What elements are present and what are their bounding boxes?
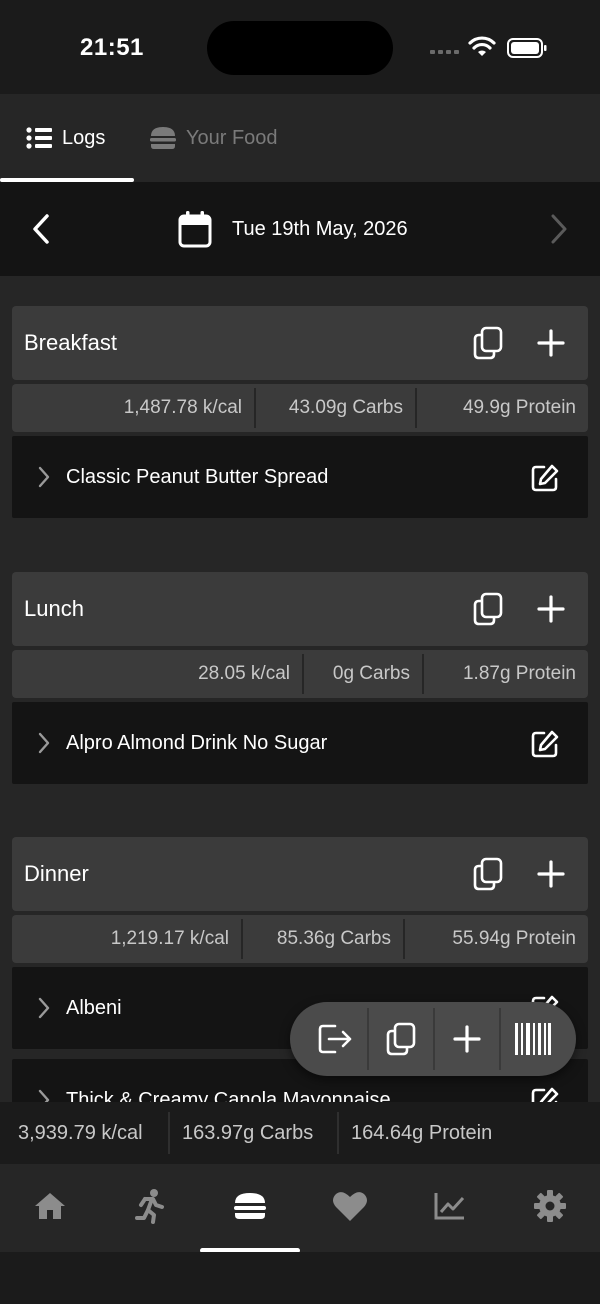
- chevron-right-icon[interactable]: [38, 997, 50, 1019]
- chevron-right-icon[interactable]: [38, 732, 50, 754]
- chart-icon: [434, 1193, 465, 1220]
- copy-icon: [386, 1022, 416, 1056]
- total-kcal: 3,939.79 k/cal: [18, 1121, 143, 1144]
- home-icon: [35, 1193, 65, 1219]
- status-bar: 21:51: [0, 0, 600, 94]
- plus-icon[interactable]: [536, 328, 566, 358]
- copy-icon[interactable]: [472, 857, 504, 891]
- burger-icon: [234, 1193, 266, 1219]
- chevron-right-icon[interactable]: [38, 466, 50, 488]
- nav-health[interactable]: [300, 1186, 400, 1226]
- meal-log-list[interactable]: Breakfast 1,487.78 k/cal 43.09g Carbs 49…: [0, 276, 600, 1102]
- heart-icon: [333, 1192, 367, 1221]
- list-icon: [26, 127, 52, 149]
- kcal-value: 1,487.78 k/cal: [123, 397, 242, 418]
- wifi-icon: [468, 36, 496, 56]
- nav-food[interactable]: [200, 1186, 300, 1226]
- tab-logs[interactable]: Logs: [26, 94, 105, 182]
- macro-summary-breakfast: 1,487.78 k/cal 43.09g Carbs 49.9g Protei…: [12, 384, 588, 432]
- tab-your-food-label: Your Food: [186, 126, 278, 149]
- divider: [337, 1112, 339, 1154]
- protein-value: 49.9g Protein: [462, 397, 576, 418]
- meal-title: Breakfast: [24, 330, 117, 355]
- barcode-icon: [515, 1023, 551, 1055]
- food-name: Alpro Almond Drink No Sugar: [66, 732, 328, 754]
- meal-header-breakfast: Breakfast: [12, 306, 588, 380]
- carbs-value: 43.09g Carbs: [288, 397, 403, 418]
- total-protein: 164.64g Protein: [351, 1121, 493, 1144]
- export-button[interactable]: [302, 1002, 368, 1076]
- food-name: Thick & Creamy Canola Mayonnaise: [66, 1089, 391, 1102]
- running-icon: [135, 1189, 164, 1224]
- battery-icon: [507, 38, 547, 58]
- copy-icon[interactable]: [472, 326, 504, 360]
- food-item[interactable]: Classic Peanut Butter Spread: [12, 436, 588, 518]
- meal-title: Lunch: [24, 596, 84, 621]
- nav-exercise[interactable]: [100, 1186, 200, 1226]
- export-icon: [318, 1024, 352, 1054]
- status-time: 21:51: [80, 34, 144, 61]
- scan-barcode-button[interactable]: [500, 1002, 566, 1076]
- top-tab-bar: Logs Your Food: [0, 94, 600, 182]
- date-picker[interactable]: Tue 19th May, 2026: [178, 210, 408, 248]
- plus-icon[interactable]: [536, 594, 566, 624]
- protein-value: 55.94g Protein: [452, 928, 576, 949]
- meal-header-dinner: Dinner: [12, 837, 588, 911]
- gear-icon: [534, 1190, 566, 1222]
- nav-stats[interactable]: [400, 1186, 500, 1226]
- daily-totals-bar: 3,939.79 k/cal 163.97g Carbs 164.64g Pro…: [0, 1102, 600, 1164]
- divider: [168, 1112, 170, 1154]
- meal-title: Dinner: [24, 861, 89, 886]
- edit-icon[interactable]: [530, 729, 560, 759]
- previous-day-button[interactable]: [26, 212, 56, 246]
- kcal-value: 1,219.17 k/cal: [110, 928, 229, 949]
- copy-day-button[interactable]: [368, 1002, 434, 1076]
- date-navigation: Tue 19th May, 2026: [0, 182, 600, 276]
- current-date: Tue 19th May, 2026: [232, 217, 408, 240]
- bottom-navigation: [0, 1164, 600, 1252]
- protein-value: 1.87g Protein: [462, 663, 576, 684]
- add-food-button[interactable]: [434, 1002, 500, 1076]
- next-day-button[interactable]: [544, 212, 574, 246]
- tab-your-food[interactable]: Your Food: [150, 94, 278, 182]
- carbs-value: 0g Carbs: [332, 663, 410, 684]
- edit-icon[interactable]: [530, 1086, 560, 1102]
- burger-icon: [150, 127, 176, 149]
- copy-icon[interactable]: [472, 592, 504, 626]
- dynamic-island: [207, 21, 393, 75]
- plus-icon[interactable]: [536, 859, 566, 889]
- nav-settings[interactable]: [500, 1186, 600, 1226]
- plus-icon: [453, 1025, 481, 1053]
- food-name: Classic Peanut Butter Spread: [66, 466, 329, 488]
- home-indicator-area: [0, 1252, 600, 1304]
- calendar-icon: [178, 211, 212, 248]
- edit-icon[interactable]: [530, 463, 560, 493]
- carbs-value: 85.36g Carbs: [276, 928, 391, 949]
- macro-summary-lunch: 28.05 k/cal 0g Carbs 1.87g Protein: [12, 650, 588, 698]
- nav-home[interactable]: [0, 1186, 100, 1226]
- food-item[interactable]: Alpro Almond Drink No Sugar: [12, 702, 588, 784]
- signal-icon: [430, 44, 460, 54]
- meal-header-lunch: Lunch: [12, 572, 588, 646]
- total-carbs: 163.97g Carbs: [182, 1121, 314, 1144]
- macro-summary-dinner: 1,219.17 k/cal 85.36g Carbs 55.94g Prote…: [12, 915, 588, 963]
- food-name: Albeni: [66, 997, 122, 1019]
- kcal-value: 28.05 k/cal: [198, 663, 290, 684]
- tab-logs-label: Logs: [62, 126, 106, 149]
- floating-action-bar: [290, 1002, 576, 1076]
- chevron-right-icon[interactable]: [38, 1089, 50, 1102]
